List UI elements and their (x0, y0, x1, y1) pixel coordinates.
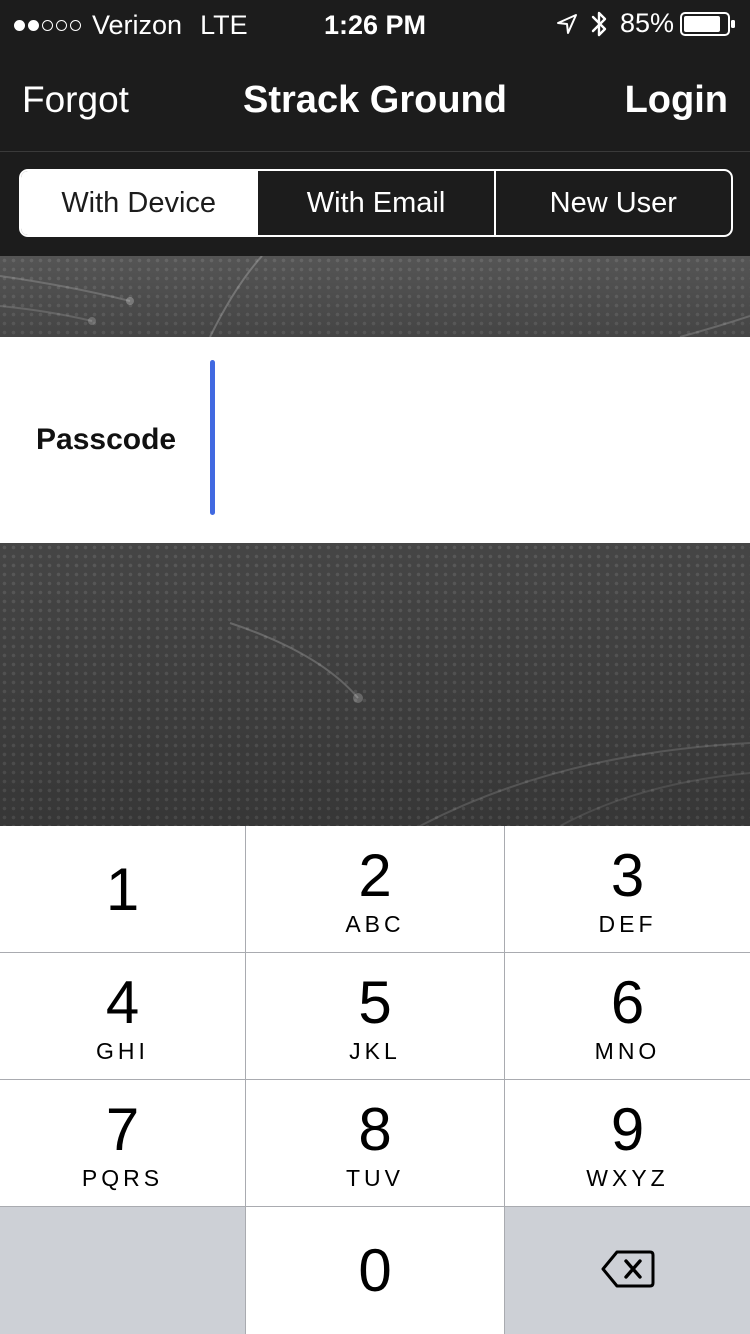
login-screen: Verizon LTE 1:26 PM 85% Forgot Strack Gr… (0, 0, 750, 1334)
world-map-background-top (0, 256, 750, 337)
key-number: 1 (105, 856, 140, 923)
key-number: 4 (105, 969, 140, 1036)
key-1[interactable]: 1 (0, 826, 245, 952)
key-number: 7 (105, 1096, 140, 1163)
key-6[interactable]: 6 MNO (505, 953, 750, 1079)
key-letters: GHI (96, 1038, 149, 1064)
key-letters: TUV (346, 1165, 404, 1191)
key-letters: DEF (598, 911, 657, 937)
segment-container: With Device With Email New User (0, 152, 750, 256)
key-letters: ABC (345, 911, 405, 937)
key-letters: JKL (349, 1038, 401, 1064)
key-number: 8 (358, 1096, 392, 1163)
key-number: 0 (358, 1237, 392, 1304)
key-letters: PQRS (81, 1165, 164, 1191)
passcode-row: Passcode (0, 337, 750, 543)
key-4[interactable]: 4 GHI (0, 953, 245, 1079)
segment-with-device[interactable]: With Device (21, 171, 257, 235)
key-number: 9 (610, 1096, 645, 1163)
location-arrow-icon (556, 13, 578, 35)
segment-new-user[interactable]: New User (493, 171, 731, 235)
bluetooth-icon (590, 10, 608, 38)
key-blank (0, 1207, 245, 1334)
passcode-input[interactable] (222, 360, 726, 517)
key-7[interactable]: 7 PQRS (0, 1080, 245, 1206)
login-button[interactable]: Login (625, 79, 728, 122)
text-cursor (210, 360, 215, 515)
segment-with-email[interactable]: With Email (256, 171, 493, 235)
key-letters: MNO (594, 1038, 661, 1064)
delete-key[interactable] (505, 1207, 750, 1334)
key-number: 2 (358, 842, 392, 909)
login-method-segmented-control: With Device With Email New User (19, 169, 733, 237)
numeric-keypad: 1 2 ABC 3 DEF 4 GHI 5 JKL 6 MNO 7 PQRS 8 (0, 826, 750, 1334)
status-bar: Verizon LTE 1:26 PM 85% (0, 0, 750, 52)
key-letters: WXYZ (586, 1165, 669, 1191)
passcode-label: Passcode (36, 423, 177, 456)
key-2[interactable]: 2 ABC (246, 826, 504, 952)
battery-icon (680, 11, 736, 37)
backspace-icon (601, 1249, 655, 1294)
status-right: 85% (556, 8, 736, 39)
navigation-bar: Forgot Strack Ground Login (0, 52, 750, 152)
key-0[interactable]: 0 (246, 1207, 504, 1334)
key-5[interactable]: 5 JKL (246, 953, 504, 1079)
battery-percentage: 85% (619, 8, 674, 38)
key-number: 6 (610, 969, 645, 1036)
key-9[interactable]: 9 WXYZ (505, 1080, 750, 1206)
key-3[interactable]: 3 DEF (505, 826, 750, 952)
key-8[interactable]: 8 TUV (246, 1080, 504, 1206)
world-map-background-bottom (0, 543, 750, 826)
key-number: 3 (610, 842, 645, 909)
key-number: 5 (358, 969, 392, 1036)
